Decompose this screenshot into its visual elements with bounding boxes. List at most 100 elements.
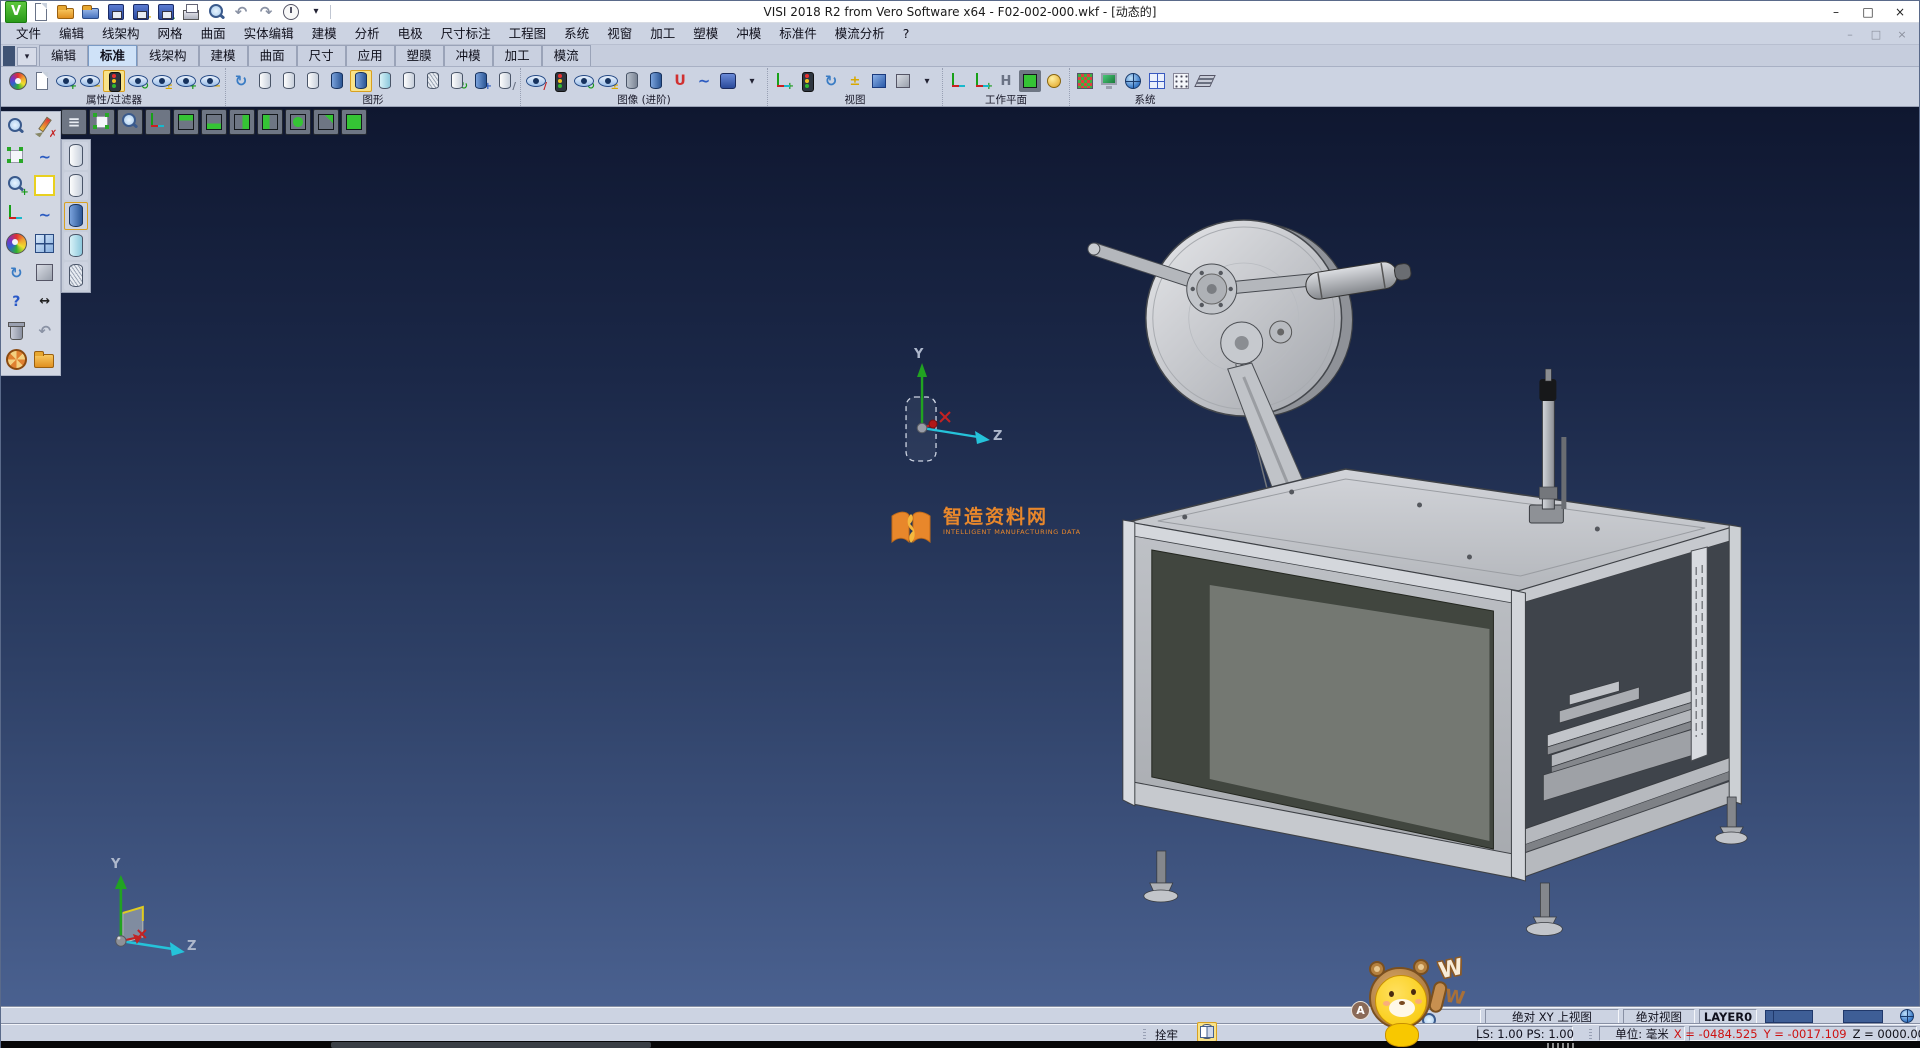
tab-dropdown-button[interactable]: ▾ [17, 47, 37, 66]
import-file-icon[interactable] [80, 1, 102, 23]
tab-9[interactable]: 加工 [493, 45, 542, 66]
cylinder-shaded-icon[interactable] [326, 70, 348, 92]
traffic-light-icon[interactable] [103, 70, 125, 92]
window-grid-icon[interactable] [32, 231, 57, 256]
layer-segment[interactable]: LAYER0 [1699, 1009, 1757, 1024]
workplane-axes-plus-icon[interactable]: + [971, 70, 993, 92]
view-mode-segment[interactable]: 绝对 XY 上视图 [1485, 1009, 1619, 1024]
tab-5[interactable]: 尺寸 [297, 45, 346, 66]
fit-view-icon[interactable] [89, 109, 115, 135]
curve-icon[interactable]: ~ [693, 70, 715, 92]
menu-item-9[interactable]: 尺寸标注 [432, 24, 500, 44]
cylinder-tools-icon[interactable]: / [494, 70, 516, 92]
strip-cylinder-mesh-icon[interactable] [64, 262, 88, 290]
grid-icon[interactable] [1146, 70, 1168, 92]
cylinder-wire-c-icon[interactable] [302, 70, 324, 92]
save-as-icon[interactable]: + [130, 1, 152, 23]
eye-plus-minus-icon[interactable]: ± [151, 70, 173, 92]
magnifier-scene-icon[interactable] [4, 115, 29, 140]
axes-view-icon[interactable] [145, 109, 171, 135]
page-eye-icon[interactable] [31, 70, 53, 92]
tab-2[interactable]: 线架构 [137, 45, 199, 66]
menu-item-13[interactable]: 加工 [641, 24, 684, 44]
layers-icon[interactable] [1194, 70, 1216, 92]
print-preview-icon[interactable] [205, 1, 227, 23]
mdi-minimize-button[interactable]: – [1839, 26, 1861, 42]
color-grid-icon[interactable] [1074, 70, 1096, 92]
axes-plus-icon[interactable]: + [772, 70, 794, 92]
tab-1[interactable]: 标准 [88, 45, 137, 66]
monitor-icon[interactable] [1098, 70, 1120, 92]
palette-icon[interactable] [7, 70, 29, 92]
eye-remove-icon[interactable]: − [79, 70, 101, 92]
cube-top-view-icon[interactable] [173, 109, 199, 135]
open-folder-dock-icon[interactable] [32, 347, 57, 372]
menu-item-11[interactable]: 系统 [555, 24, 598, 44]
cube-blue-icon[interactable] [868, 70, 890, 92]
mdi-close-button[interactable]: × [1891, 26, 1913, 42]
eye-plus-icon[interactable]: + [175, 70, 197, 92]
palette-dock-icon[interactable] [4, 231, 29, 256]
save-icon[interactable] [105, 1, 127, 23]
cylinder-pair-icon[interactable]: + [470, 70, 492, 92]
status-globe-icon[interactable] [1897, 1006, 1917, 1026]
open-file-icon[interactable] [55, 1, 77, 23]
split-view-icon[interactable] [1197, 1022, 1217, 1042]
strip-cylinder-light-icon[interactable] [64, 232, 88, 260]
undo-icon[interactable]: ↶ [230, 1, 252, 23]
history-icon[interactable] [280, 1, 302, 23]
cube-front-view-icon[interactable] [285, 109, 311, 135]
taskbar-item[interactable] [331, 1042, 651, 1048]
zoom-view-icon[interactable] [117, 109, 143, 135]
eye-pencil-icon[interactable]: / [525, 70, 547, 92]
menu-item-7[interactable]: 分析 [346, 24, 389, 44]
cylinder-shaded-edges-icon[interactable] [350, 70, 372, 92]
workplane-h-icon[interactable]: H [995, 70, 1017, 92]
refresh-view-icon[interactable]: ↻ [820, 70, 842, 92]
tab-0[interactable]: 编辑 [39, 45, 88, 66]
cube-left-view-icon[interactable] [257, 109, 283, 135]
caret-adv-icon[interactable]: ▾ [741, 70, 763, 92]
cylinder-transparent-icon[interactable] [374, 70, 396, 92]
cube-back-view-icon[interactable] [313, 109, 339, 135]
frame-select-icon[interactable] [4, 144, 29, 169]
menu-item-0[interactable]: 文件 [7, 24, 50, 44]
workplane-cube-icon[interactable] [1019, 70, 1041, 92]
color-swatch-2[interactable] [1843, 1010, 1883, 1023]
mdi-restore-button[interactable]: □ [1865, 26, 1887, 42]
cylinder-mesh-icon[interactable] [422, 70, 444, 92]
tab-7[interactable]: 塑膜 [395, 45, 444, 66]
plus-minus-view-icon[interactable]: ± [844, 70, 866, 92]
cylinder-wire-b-icon[interactable] [278, 70, 300, 92]
qat-more-icon[interactable]: ▾ [305, 1, 327, 23]
view-list-caret-icon[interactable]: ▾ [916, 70, 938, 92]
cylinder-wire-a-icon[interactable] [254, 70, 276, 92]
curve-pencil-icon[interactable]: ~ [32, 202, 57, 227]
menu-item-4[interactable]: 曲面 [192, 24, 235, 44]
globe-icon[interactable] [1122, 70, 1144, 92]
save-all-icon[interactable]: ↓ [155, 1, 177, 23]
cube-iso-view-icon[interactable] [341, 109, 367, 135]
trash-icon[interactable] [4, 318, 29, 343]
menu-item-10[interactable]: 工程图 [500, 24, 556, 44]
cube-bottom-view-icon[interactable] [201, 109, 227, 135]
close-button[interactable]: × [1885, 3, 1915, 21]
dot-grid-icon[interactable] [1170, 70, 1192, 92]
new-document-icon[interactable] [30, 1, 52, 23]
menu-item-18[interactable]: ? [894, 24, 919, 44]
undo-dock-icon[interactable]: ↶ [32, 318, 57, 343]
tab-6[interactable]: 应用 [346, 45, 395, 66]
eye-add-icon[interactable]: + [55, 70, 77, 92]
traffic-view-icon[interactable] [796, 70, 818, 92]
measure-icon[interactable]: ↔ [32, 289, 57, 314]
workplane-axes-icon[interactable] [947, 70, 969, 92]
cylinder-dark-icon[interactable] [621, 70, 643, 92]
refresh-dock-icon[interactable]: ↻ [4, 260, 29, 285]
shield-w-icon[interactable]: W [717, 70, 739, 92]
tab-4[interactable]: 曲面 [248, 45, 297, 66]
strip-cylinder-wire-icon[interactable] [64, 142, 88, 170]
units-segment[interactable]: 单位: 毫米 [1599, 1026, 1685, 1041]
eye-refresh-adv-icon[interactable]: ↻ [573, 70, 595, 92]
eye-refresh-icon[interactable]: ↻ [127, 70, 149, 92]
menu-item-8[interactable]: 电极 [389, 24, 432, 44]
